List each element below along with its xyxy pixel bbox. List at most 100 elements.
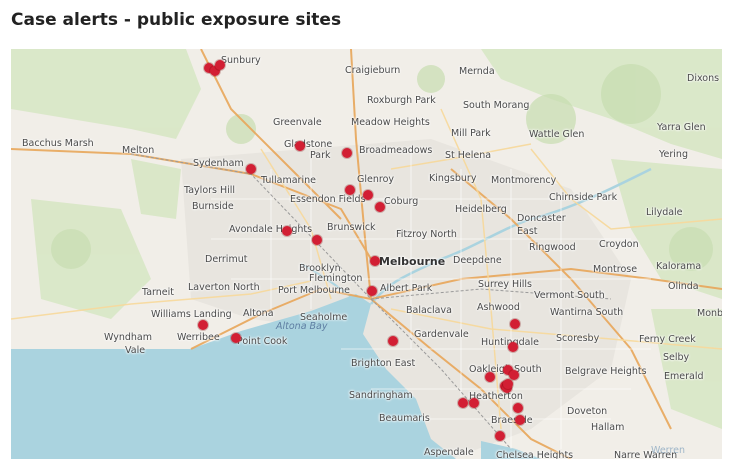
place-label: Broadmeadows: [359, 145, 433, 156]
place-label: Vale: [125, 345, 146, 356]
place-label: Tarneit: [142, 287, 175, 298]
place-label: Belgrave Heights: [565, 366, 647, 377]
place-label-city: Melbourne: [379, 255, 446, 268]
exposure-site-marker[interactable]: [246, 164, 256, 174]
place-label: Monb: [697, 308, 722, 319]
place-label: Altona: [243, 308, 274, 319]
place-label: Wattle Glen: [529, 129, 585, 140]
place-label: Doveton: [567, 406, 608, 417]
place-label: Kingsbury: [429, 173, 477, 184]
place-label: East: [517, 226, 538, 237]
place-label: Montmorency: [491, 175, 557, 186]
exposure-sites-map[interactable]: Sunbury Craigieburn Mernda Dixons Roxbur…: [11, 49, 722, 459]
water-label: Altona Bay: [276, 321, 328, 332]
place-label: Surrey Hills: [478, 279, 532, 290]
place-label: Tullamarine: [261, 175, 316, 186]
place-label: Ferny Creek: [639, 334, 696, 345]
place-label: Heidelberg: [455, 204, 507, 215]
place-label: Sunbury: [221, 55, 261, 66]
place-label: Werribee: [177, 332, 220, 343]
exposure-site-marker[interactable]: [458, 398, 468, 408]
place-label: Lilydale: [646, 207, 683, 218]
place-label: Port Melbourne: [278, 285, 351, 296]
place-label: Sandringham: [349, 390, 413, 401]
exposure-site-marker[interactable]: [388, 336, 398, 346]
place-label: Beaumaris: [379, 413, 430, 424]
place-label: Mill Park: [451, 128, 491, 139]
place-label: Greenvale: [273, 117, 322, 128]
place-label: Braeside: [491, 415, 533, 426]
exposure-site-marker[interactable]: [485, 372, 495, 382]
place-label: Yering: [659, 149, 688, 160]
place-label: Essendon Fields: [290, 194, 366, 205]
place-label: Emerald: [664, 371, 704, 382]
place-label: Roxburgh Park: [367, 95, 436, 106]
place-label: Avondale Heights: [229, 224, 313, 235]
exposure-site-marker[interactable]: [282, 226, 292, 236]
place-label: Kalorama: [656, 261, 702, 272]
exposure-site-marker[interactable]: [370, 256, 380, 266]
place-label: Olinda: [668, 281, 699, 292]
place-label: Ringwood: [529, 242, 576, 253]
place-label: Ashwood: [477, 302, 520, 313]
place-label: Croydon: [599, 239, 639, 250]
exposure-site-marker[interactable]: [231, 333, 241, 343]
place-label: Deepdene: [453, 255, 502, 266]
place-label: Chelsea Heights: [496, 450, 574, 459]
exposure-site-marker[interactable]: [375, 202, 385, 212]
place-label: Chirnside Park: [549, 192, 618, 203]
place-label: Melton: [122, 145, 155, 156]
exposure-site-marker[interactable]: [495, 431, 505, 441]
exposure-site-marker[interactable]: [198, 320, 208, 330]
exposure-site-marker[interactable]: [513, 403, 523, 413]
place-label: Gladstone: [284, 139, 333, 150]
place-label: Point Cook: [237, 336, 288, 347]
place-label: Fitzroy North: [396, 229, 457, 240]
place-label: Werren: [651, 445, 685, 456]
exposure-site-marker[interactable]: [509, 370, 519, 380]
exposure-site-marker[interactable]: [295, 141, 305, 151]
place-label: Laverton North: [188, 282, 260, 293]
exposure-site-marker[interactable]: [312, 235, 322, 245]
place-label: Coburg: [384, 196, 419, 207]
place-label: Mernda: [459, 66, 495, 77]
exposure-site-marker[interactable]: [363, 190, 373, 200]
place-label: Dixons: [687, 73, 720, 84]
exposure-site-marker[interactable]: [345, 185, 355, 195]
place-label: Williams Landing: [151, 309, 232, 320]
exposure-site-marker[interactable]: [469, 398, 479, 408]
place-label: Scoresby: [556, 333, 600, 344]
place-label: Brunswick: [327, 222, 376, 233]
place-label: Flemington: [309, 273, 363, 284]
exposure-site-marker[interactable]: [215, 60, 225, 70]
exposure-site-marker[interactable]: [503, 379, 513, 389]
place-label: Gardenvale: [414, 329, 469, 340]
place-label: Albert Park: [380, 283, 433, 294]
place-label: Selby: [663, 352, 690, 363]
place-label: Taylors Hill: [184, 185, 236, 196]
place-label: Burnside: [192, 201, 234, 212]
place-label: South Morang: [463, 100, 530, 111]
place-label: Balaclava: [406, 305, 452, 316]
place-label: Wyndham: [104, 332, 152, 343]
exposure-site-marker[interactable]: [342, 148, 352, 158]
place-label: Montrose: [593, 264, 638, 275]
place-label: Vermont South: [534, 290, 605, 301]
place-label: Doncaster: [517, 213, 566, 224]
place-label: Meadow Heights: [351, 117, 430, 128]
place-label: Glenroy: [357, 174, 394, 185]
place-label: Derrimut: [205, 254, 248, 265]
place-label: Brighton East: [351, 358, 416, 369]
exposure-site-marker[interactable]: [508, 342, 518, 352]
place-label: Aspendale: [424, 447, 474, 458]
exposure-site-marker[interactable]: [367, 286, 377, 296]
place-label: Hallam: [591, 422, 625, 433]
place-label: Bacchus Marsh: [22, 138, 94, 149]
place-label: Park: [310, 150, 331, 161]
place-label: Craigieburn: [345, 65, 401, 76]
exposure-site-marker[interactable]: [510, 319, 520, 329]
place-label: Yarra Glen: [657, 122, 706, 133]
exposure-site-marker[interactable]: [515, 415, 525, 425]
place-label: Wantirna South: [550, 307, 624, 318]
place-label: Sydenham: [193, 158, 244, 169]
